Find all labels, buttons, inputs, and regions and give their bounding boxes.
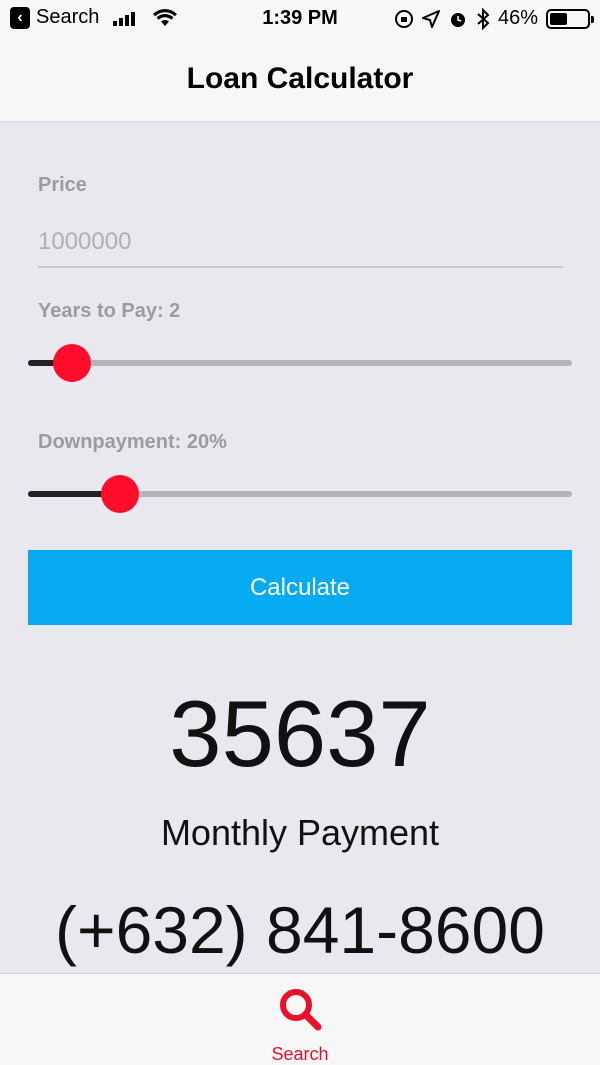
tab-search-label: Search <box>271 1044 329 1064</box>
slider-thumb[interactable] <box>53 344 91 382</box>
years-to-pay-label: Years to Pay: 2 <box>38 300 181 322</box>
slider-thumb[interactable] <box>101 475 139 513</box>
slider-track <box>28 360 572 366</box>
orientation-lock-icon <box>394 9 413 28</box>
price-input[interactable] <box>38 218 563 268</box>
tab-search[interactable]: Search <box>250 974 350 1065</box>
downpayment-label: Downpayment: 20% <box>38 431 227 453</box>
location-icon <box>421 9 440 28</box>
status-right: 46% <box>394 7 594 30</box>
battery-percentage: 46% <box>497 7 538 29</box>
page-title: Loan Calculator <box>186 61 414 95</box>
status-bar: ‹ Search 1:39 PM 46% <box>0 0 600 40</box>
monthly-payment-value: 35637 <box>169 681 431 786</box>
downpayment-slider[interactable] <box>28 474 572 514</box>
tab-bar: Search <box>0 973 600 1065</box>
navigation-bar: Loan Calculator <box>0 40 600 122</box>
price-label: Price <box>38 174 87 196</box>
monthly-payment-label: Monthly Payment <box>160 812 440 853</box>
contact-phone-number[interactable]: (+632) 841-8600 <box>0 892 600 968</box>
battery-fill <box>550 12 567 25</box>
calculate-button[interactable]: Calculate <box>28 550 572 625</box>
alarm-icon <box>450 12 465 27</box>
battery-icon <box>546 8 594 29</box>
search-icon <box>280 989 322 1031</box>
bluetooth-icon <box>477 7 490 30</box>
years-to-pay-slider[interactable] <box>28 343 572 383</box>
